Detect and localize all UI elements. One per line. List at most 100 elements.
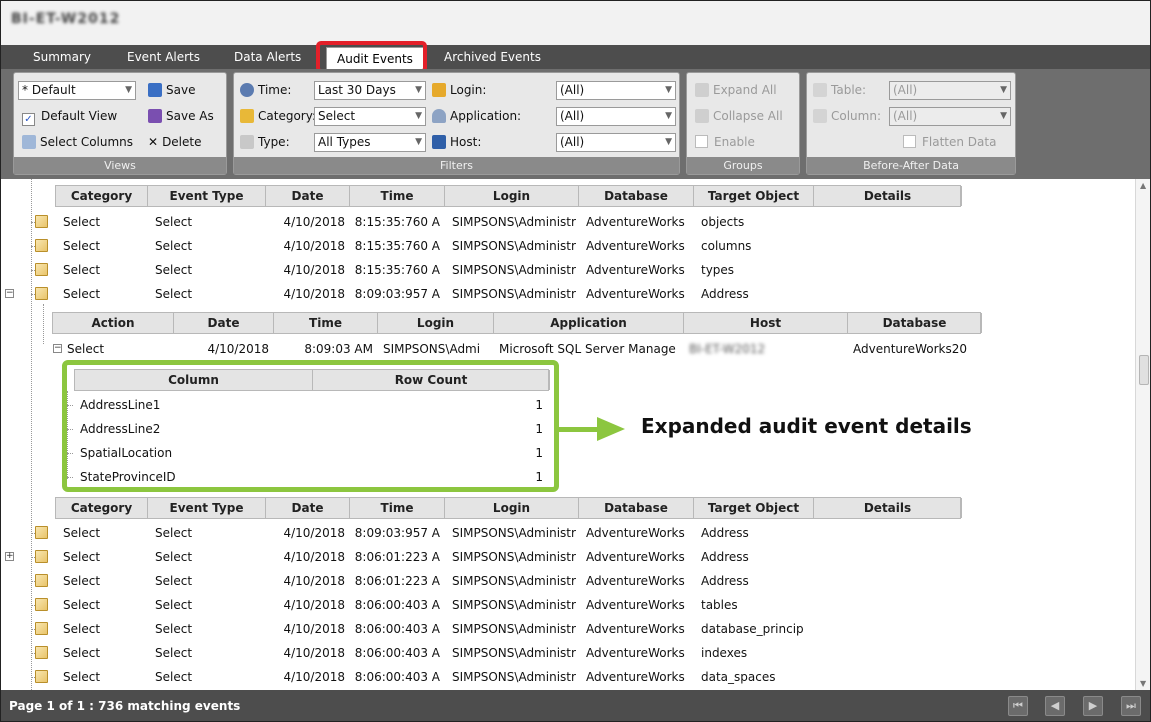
save-as-button[interactable]: Save As: [148, 109, 214, 123]
table-cell: Select: [155, 239, 193, 253]
tab-data-alerts[interactable]: Data Alerts: [224, 45, 311, 69]
column-header[interactable]: Database: [579, 186, 694, 206]
table-row[interactable]: Select Select 4/10/2018 8:09:03:957 A SIMPSO…: [1, 521, 1001, 545]
view-select[interactable]: * Default ▼: [18, 81, 136, 100]
scroll-thumb[interactable]: [1139, 355, 1149, 385]
scroll-down-icon[interactable]: ▼: [1140, 679, 1146, 688]
enable-checkbox[interactable]: Enable: [695, 135, 755, 149]
tab-summary[interactable]: Summary: [23, 45, 101, 69]
column-header[interactable]: Time: [350, 498, 445, 518]
column-header[interactable]: Category: [56, 498, 148, 518]
table-row[interactable]: Select Select 4/10/2018 8:15:35:760 A SIMPSO…: [1, 258, 1001, 282]
column-header[interactable]: Host: [684, 313, 848, 333]
table-cell: Select: [155, 287, 193, 301]
previous-page-icon[interactable]: ◀: [1045, 696, 1065, 716]
column-header[interactable]: Login: [378, 313, 494, 333]
default-view-checkbox[interactable]: ✓ Default View: [22, 109, 117, 126]
views-group: * Default ▼ Save ✓ Default View Save As S…: [13, 72, 227, 175]
table-select[interactable]: (All) ▼: [889, 81, 1011, 100]
select-columns-button[interactable]: Select Columns: [22, 135, 133, 149]
delete-button[interactable]: ✕ Delete: [148, 135, 202, 149]
table-cell: SIMPSONS\Administr: [452, 287, 576, 301]
arrow-head-icon: [597, 417, 625, 441]
table-row[interactable]: Select Select 4/10/2018 8:06:00:403 A SIMPSO…: [1, 665, 1001, 689]
column-header[interactable]: Time: [274, 313, 378, 333]
table-cell: 8:06:01:223 A: [354, 574, 440, 588]
event-icon: [35, 526, 48, 539]
table-cell: Select: [63, 263, 101, 277]
collapse-all-button[interactable]: Collapse All: [695, 109, 783, 123]
column-header[interactable]: Date: [266, 186, 350, 206]
table-cell: SIMPSONS\Administr: [452, 598, 576, 612]
expand-icon: [695, 83, 709, 97]
save-icon: [148, 83, 162, 97]
column-select[interactable]: (All) ▼: [889, 107, 1011, 126]
column-header[interactable]: Target Object: [694, 186, 814, 206]
host-label-text: Host:: [450, 135, 482, 149]
table-row[interactable]: Select Select 4/10/2018 8:06:01:223 A SIMPSO…: [1, 569, 1001, 593]
column-header[interactable]: Date: [266, 498, 350, 518]
table-row[interactable]: − Select 4/10/2018 8:09:03 AM SIMPSONS\Admi M…: [1, 337, 1001, 361]
category-select[interactable]: Select ▼: [314, 107, 426, 126]
table-row[interactable]: Select Select 4/10/2018 8:06:00:403 A SIMPSO…: [1, 617, 1001, 641]
table-cell: 4/10/2018: [283, 239, 345, 253]
column-header[interactable]: Application: [494, 313, 684, 333]
clock-icon: [240, 83, 254, 97]
first-page-icon[interactable]: ⏮: [1008, 696, 1028, 716]
scroll-up-icon[interactable]: ▲: [1140, 181, 1146, 190]
tab-audit-events[interactable]: Audit Events: [326, 47, 424, 69]
time-value: Last 30 Days: [318, 83, 396, 97]
table-row[interactable]: Select Select 4/10/2018 8:15:35:760 A SIMPSO…: [1, 234, 1001, 258]
chevron-down-icon: ▼: [415, 137, 422, 147]
expand-icon[interactable]: +: [5, 552, 14, 561]
collapse-icon[interactable]: −: [5, 289, 14, 298]
table-row[interactable]: Select Select 4/10/2018 8:15:35:760 A SIMPSO…: [1, 210, 1001, 234]
event-icon: [35, 550, 48, 563]
tab-event-alerts[interactable]: Event Alerts: [117, 45, 210, 69]
login-select[interactable]: (All) ▼: [556, 81, 676, 100]
table-row[interactable]: − Select Select 4/10/2018 8:09:03:957 A SIMPS…: [1, 282, 1001, 306]
tab-archived-events[interactable]: Archived Events: [434, 45, 551, 69]
column-header[interactable]: Details: [814, 186, 962, 206]
column-header[interactable]: Login: [445, 186, 579, 206]
column-header[interactable]: Database: [848, 313, 982, 333]
table-cell: AdventureWorks: [586, 646, 685, 660]
title-bar: BI-ET-W2012: [1, 1, 1150, 45]
column-header[interactable]: Login: [445, 498, 579, 518]
column-header[interactable]: Database: [579, 498, 694, 518]
column-header[interactable]: Category: [56, 186, 148, 206]
table-cell: 4/10/2018: [283, 263, 345, 277]
type-select[interactable]: All Types ▼: [314, 133, 426, 152]
annotation-label: Expanded audit event details: [641, 414, 972, 438]
application-select[interactable]: (All) ▼: [556, 107, 676, 126]
vertical-scrollbar[interactable]: ▲ ▼: [1135, 179, 1150, 690]
column-header[interactable]: Time: [350, 186, 445, 206]
column-header[interactable]: Event Type: [148, 498, 266, 518]
time-select[interactable]: Last 30 Days ▼: [314, 81, 426, 100]
chevron-down-icon: ▼: [665, 137, 672, 147]
save-label: Save: [166, 83, 196, 97]
table-cell: AdventureWorks: [586, 574, 685, 588]
table-row[interactable]: Select Select 4/10/2018 8:06:00:403 A SIMPSO…: [1, 641, 1001, 665]
host-select[interactable]: (All) ▼: [556, 133, 676, 152]
column-header[interactable]: Details: [814, 498, 962, 518]
table-cell: SIMPSONS\Administr: [452, 215, 576, 229]
column-header[interactable]: Target Object: [694, 498, 814, 518]
save-button[interactable]: Save: [148, 83, 195, 97]
column-header[interactable]: Date: [174, 313, 274, 333]
table-row[interactable]: Select Select 4/10/2018 8:06:00:403 A SIMPSO…: [1, 593, 1001, 617]
type-label-text: Type:: [258, 135, 290, 149]
flatten-data-checkbox[interactable]: Flatten Data: [903, 135, 996, 149]
last-page-icon[interactable]: ⏭: [1121, 696, 1141, 716]
column-header[interactable]: Event Type: [148, 186, 266, 206]
application-icon: [432, 109, 446, 123]
chevron-down-icon: ▼: [665, 85, 672, 95]
table-cell: Select: [155, 263, 193, 277]
next-page-icon[interactable]: ▶: [1083, 696, 1103, 716]
chevron-down-icon: ▼: [125, 85, 132, 95]
detail-header: Action Date Time Login Application Host Databa…: [52, 312, 982, 334]
column-header[interactable]: Action: [53, 313, 174, 333]
table-cell: AdventureWorks: [586, 622, 685, 636]
expand-all-button[interactable]: Expand All: [695, 83, 777, 97]
table-row[interactable]: + Select Select 4/10/2018 8:06:01:223 A SIMPS…: [1, 545, 1001, 569]
